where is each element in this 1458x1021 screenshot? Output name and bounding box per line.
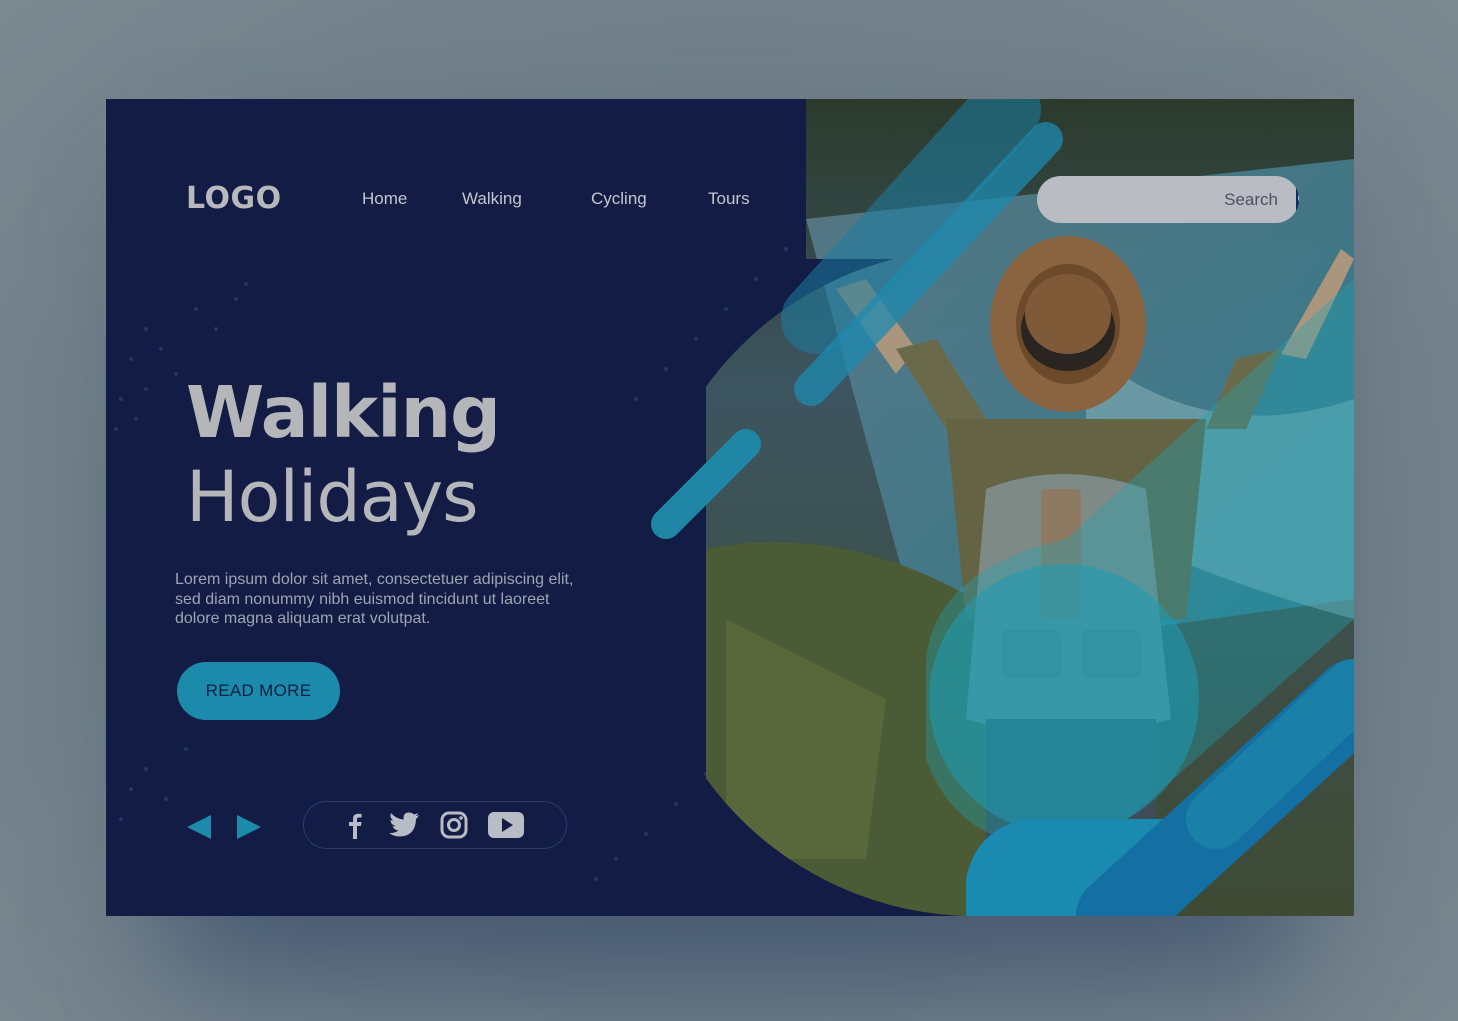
instagram-icon[interactable] (440, 811, 468, 839)
nav-item-tours[interactable]: Tours (708, 189, 750, 209)
read-more-button[interactable]: READ MORE (177, 662, 340, 720)
hero-subtitle: Holidays (186, 456, 479, 538)
search-input[interactable] (1037, 176, 1296, 223)
social-links (303, 801, 567, 849)
hero-title: Walking (186, 371, 501, 454)
hero-description: Lorem ipsum dolor sit amet, consectetuer… (175, 571, 574, 627)
landing-page-card: LOGO Home Walking Cycling Tours Walking … (106, 99, 1354, 916)
nav-item-cycling[interactable]: Cycling (591, 189, 647, 209)
nav-item-home[interactable]: Home (362, 189, 407, 209)
arrow-right-icon[interactable] (235, 813, 263, 841)
facebook-icon[interactable] (342, 811, 368, 839)
youtube-icon[interactable] (488, 811, 524, 839)
nav-item-walking[interactable]: Walking (462, 189, 522, 209)
logo[interactable]: LOGO (186, 181, 282, 216)
arrow-left-icon[interactable] (185, 813, 213, 841)
twitter-icon[interactable] (388, 811, 420, 839)
search-bar (1037, 176, 1299, 223)
